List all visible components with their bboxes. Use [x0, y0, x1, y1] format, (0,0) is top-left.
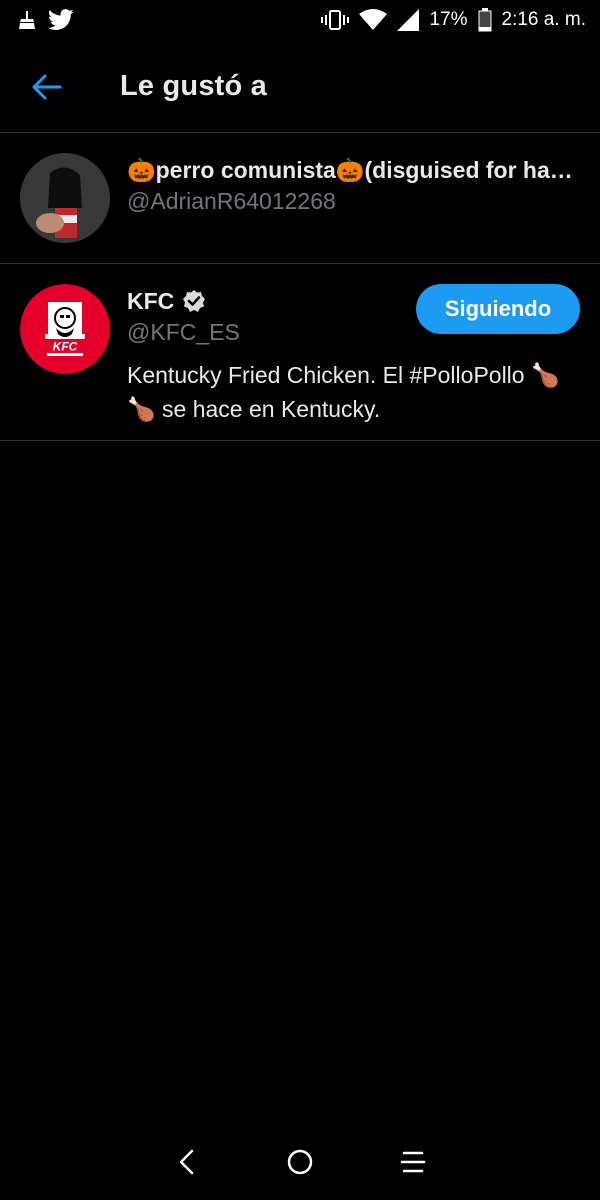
user-row-kfc[interactable]: KFC KFC @KFC_ES Kentucky Fried Chicken. … [0, 264, 600, 441]
battery-icon [478, 8, 492, 32]
avatar[interactable] [20, 153, 110, 243]
user-info: 🎃perro comunista🎃(disguised for ha… @Adr… [127, 155, 582, 217]
status-notifications [18, 9, 74, 31]
nav-home-button[interactable] [280, 1142, 320, 1182]
clock: 2:16 a. m. [501, 9, 587, 30]
header: Le gustó a [0, 40, 600, 133]
nav-recents-button[interactable] [393, 1142, 433, 1182]
user-name: 🎃perro comunista🎃(disguised for ha… [127, 157, 573, 183]
status-bar: 17% 2:16 a. m. [0, 0, 600, 40]
svg-text:KFC: KFC [53, 340, 78, 354]
verified-badge-icon [182, 289, 206, 313]
system-nav-bar [0, 1124, 600, 1200]
home-circle-icon [287, 1149, 313, 1175]
user-bio: Kentucky Fried Chicken. El #PolloPollo 🍗… [127, 362, 560, 422]
nav-back-button[interactable] [167, 1142, 207, 1182]
battery-percent: 17% [429, 9, 468, 30]
avatar[interactable]: KFC [20, 284, 110, 374]
user-row-adrian[interactable]: 🎃perro comunista🎃(disguised for ha… @Adr… [0, 133, 600, 264]
signal-icon [397, 9, 420, 31]
back-triangle-icon [179, 1149, 193, 1175]
wifi-icon [359, 9, 388, 31]
twitter-bird-icon [48, 9, 74, 31]
vibrate-icon [321, 10, 350, 30]
recents-menu-icon [401, 1151, 426, 1173]
status-system: 17% 2:16 a. m. [321, 8, 586, 32]
user-handle: @AdrianR64012268 [127, 188, 336, 214]
back-button[interactable] [30, 70, 64, 104]
following-button[interactable]: Siguiendo [416, 284, 580, 334]
page-title: Le gustó a [120, 70, 268, 102]
broom-icon [18, 10, 36, 30]
arrow-left-icon [32, 74, 62, 100]
user-name: KFC [127, 288, 175, 314]
